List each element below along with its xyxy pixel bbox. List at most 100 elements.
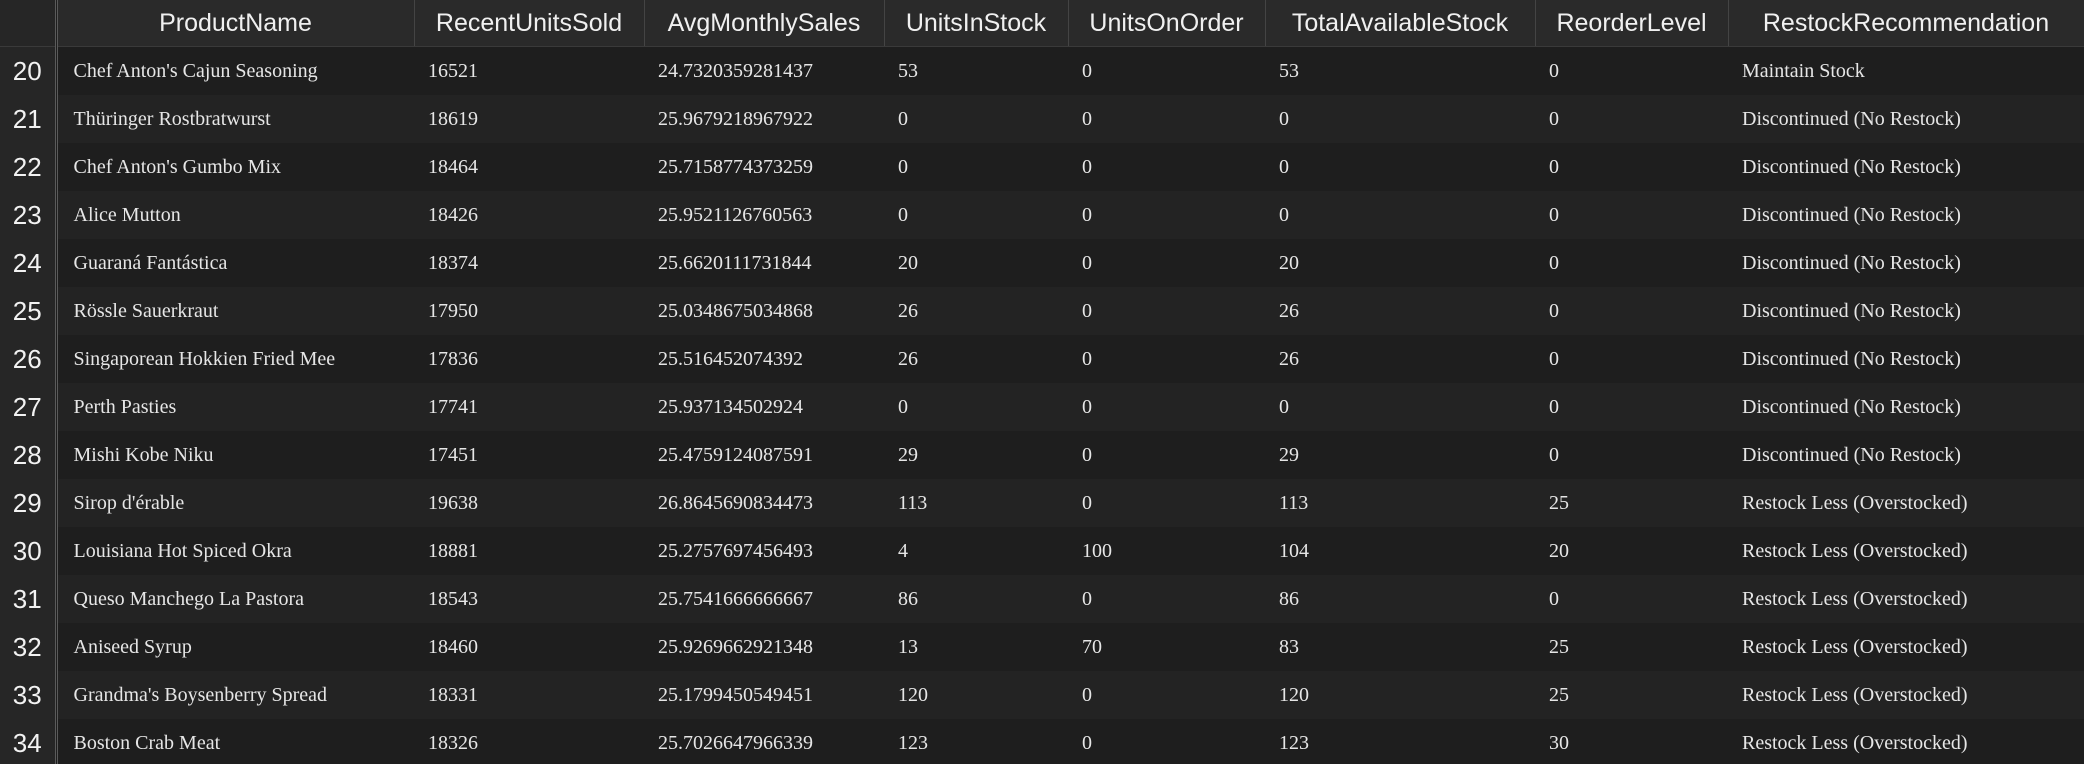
row-number[interactable]: 20 <box>0 46 58 95</box>
total-available-stock-cell[interactable]: 0 <box>1265 143 1535 191</box>
total-available-stock-cell[interactable]: 26 <box>1265 335 1535 383</box>
reorder-level-cell[interactable]: 25 <box>1535 479 1728 527</box>
restock-recommendation-cell[interactable]: Discontinued (No Restock) <box>1728 143 2084 191</box>
table-row[interactable]: 30 Louisiana Hot Spiced Okra 18881 25.27576… <box>0 527 2084 575</box>
total-available-stock-cell[interactable]: 0 <box>1265 95 1535 143</box>
reorder-level-cell[interactable]: 0 <box>1535 95 1728 143</box>
recent-units-sold-cell[interactable]: 18464 <box>414 143 644 191</box>
recent-units-sold-cell[interactable]: 18326 <box>414 719 644 764</box>
restock-recommendation-cell[interactable]: Discontinued (No Restock) <box>1728 239 2084 287</box>
units-in-stock-cell[interactable]: 29 <box>884 431 1068 479</box>
reorder-level-cell[interactable]: 0 <box>1535 575 1728 623</box>
recent-units-sold-cell[interactable]: 19638 <box>414 479 644 527</box>
reorder-level-cell[interactable]: 25 <box>1535 623 1728 671</box>
avg-monthly-sales-cell[interactable]: 25.7158774373259 <box>644 143 884 191</box>
units-in-stock-cell[interactable]: 123 <box>884 719 1068 764</box>
product-name-cell[interactable]: Grandma's Boysenberry Spread <box>56 671 414 719</box>
reorder-level-cell[interactable]: 25 <box>1535 671 1728 719</box>
product-name-cell[interactable]: Chef Anton's Gumbo Mix <box>56 143 414 191</box>
avg-monthly-sales-cell[interactable]: 25.516452074392 <box>644 335 884 383</box>
avg-monthly-sales-cell[interactable]: 25.1799450549451 <box>644 671 884 719</box>
column-header-reorderlevel[interactable]: ReorderLevel <box>1535 0 1729 47</box>
table-row[interactable]: 31 Queso Manchego La Pastora 18543 25.75416… <box>0 575 2084 623</box>
units-in-stock-cell[interactable]: 26 <box>884 335 1068 383</box>
units-on-order-cell[interactable]: 0 <box>1068 383 1265 431</box>
recent-units-sold-cell[interactable]: 18881 <box>414 527 644 575</box>
units-in-stock-cell[interactable]: 26 <box>884 287 1068 335</box>
table-row[interactable]: 29 Sirop d'érable 19638 26.8645690834473 113… <box>0 479 2084 527</box>
total-available-stock-cell[interactable]: 113 <box>1265 479 1535 527</box>
units-in-stock-cell[interactable]: 120 <box>884 671 1068 719</box>
table-row[interactable]: 26 Singaporean Hokkien Fried Mee 17836 25.5… <box>0 335 2084 383</box>
units-on-order-cell[interactable]: 0 <box>1068 719 1265 764</box>
row-number[interactable]: 21 <box>0 95 58 143</box>
units-in-stock-cell[interactable]: 53 <box>884 46 1068 95</box>
reorder-level-cell[interactable]: 0 <box>1535 191 1728 239</box>
product-name-cell[interactable]: Mishi Kobe Niku <box>56 431 414 479</box>
recent-units-sold-cell[interactable]: 18426 <box>414 191 644 239</box>
units-on-order-cell[interactable]: 0 <box>1068 575 1265 623</box>
product-name-cell[interactable]: Boston Crab Meat <box>56 719 414 764</box>
avg-monthly-sales-cell[interactable]: 25.0348675034868 <box>644 287 884 335</box>
reorder-level-cell[interactable]: 0 <box>1535 335 1728 383</box>
avg-monthly-sales-cell[interactable]: 25.2757697456493 <box>644 527 884 575</box>
restock-recommendation-cell[interactable]: Discontinued (No Restock) <box>1728 287 2084 335</box>
table-row[interactable]: 32 Aniseed Syrup 18460 25.9269662921348 13 70… <box>0 623 2084 671</box>
total-available-stock-cell[interactable]: 104 <box>1265 527 1535 575</box>
table-row[interactable]: 23 Alice Mutton 18426 25.9521126760563 0 0 0 0 D… <box>0 191 2084 239</box>
product-name-cell[interactable]: Queso Manchego La Pastora <box>56 575 414 623</box>
units-on-order-cell[interactable]: 0 <box>1068 191 1265 239</box>
avg-monthly-sales-cell[interactable]: 25.6620111731844 <box>644 239 884 287</box>
recent-units-sold-cell[interactable]: 18543 <box>414 575 644 623</box>
column-header-restockrecommendation[interactable]: RestockRecommendation <box>1728 0 2084 47</box>
restock-recommendation-cell[interactable]: Discontinued (No Restock) <box>1728 431 2084 479</box>
units-on-order-cell[interactable]: 0 <box>1068 671 1265 719</box>
table-row[interactable]: 27 Perth Pasties 17741 25.937134502924 0 0 0 0 D… <box>0 383 2084 431</box>
restock-recommendation-cell[interactable]: Discontinued (No Restock) <box>1728 191 2084 239</box>
column-header-productname[interactable]: ProductName <box>56 0 415 47</box>
reorder-level-cell[interactable]: 0 <box>1535 287 1728 335</box>
column-header-recentunitssold[interactable]: RecentUnitsSold <box>414 0 645 47</box>
avg-monthly-sales-cell[interactable]: 25.7541666666667 <box>644 575 884 623</box>
row-number[interactable]: 29 <box>0 479 58 527</box>
recent-units-sold-cell[interactable]: 17741 <box>414 383 644 431</box>
row-number[interactable]: 23 <box>0 191 58 239</box>
units-on-order-cell[interactable]: 0 <box>1068 287 1265 335</box>
avg-monthly-sales-cell[interactable]: 25.9269662921348 <box>644 623 884 671</box>
product-name-cell[interactable]: Rössle Sauerkraut <box>56 287 414 335</box>
product-name-cell[interactable]: Thüringer Rostbratwurst <box>56 95 414 143</box>
reorder-level-cell[interactable]: 0 <box>1535 143 1728 191</box>
recent-units-sold-cell[interactable]: 17950 <box>414 287 644 335</box>
units-on-order-cell[interactable]: 0 <box>1068 239 1265 287</box>
reorder-level-cell[interactable]: 30 <box>1535 719 1728 764</box>
total-available-stock-cell[interactable]: 120 <box>1265 671 1535 719</box>
units-on-order-cell[interactable]: 70 <box>1068 623 1265 671</box>
product-name-cell[interactable]: Guaraná Fantástica <box>56 239 414 287</box>
total-available-stock-cell[interactable]: 29 <box>1265 431 1535 479</box>
row-number[interactable]: 24 <box>0 239 58 287</box>
restock-recommendation-cell[interactable]: Maintain Stock <box>1728 46 2084 95</box>
total-available-stock-cell[interactable]: 53 <box>1265 46 1535 95</box>
avg-monthly-sales-cell[interactable]: 25.9521126760563 <box>644 191 884 239</box>
product-name-cell[interactable]: Perth Pasties <box>56 383 414 431</box>
table-row[interactable]: 21 Thüringer Rostbratwurst 18619 25.9679218… <box>0 95 2084 143</box>
total-available-stock-cell[interactable]: 83 <box>1265 623 1535 671</box>
avg-monthly-sales-cell[interactable]: 25.7026647966339 <box>644 719 884 764</box>
units-on-order-cell[interactable]: 0 <box>1068 95 1265 143</box>
units-in-stock-cell[interactable]: 0 <box>884 95 1068 143</box>
total-available-stock-cell[interactable]: 123 <box>1265 719 1535 764</box>
table-row[interactable]: 25 Rössle Sauerkraut 17950 25.0348675034868… <box>0 287 2084 335</box>
units-in-stock-cell[interactable]: 20 <box>884 239 1068 287</box>
recent-units-sold-cell[interactable]: 18460 <box>414 623 644 671</box>
table-row[interactable]: 22 Chef Anton's Gumbo Mix 18464 25.71587743… <box>0 143 2084 191</box>
restock-recommendation-cell[interactable]: Discontinued (No Restock) <box>1728 95 2084 143</box>
row-number[interactable]: 31 <box>0 575 58 623</box>
recent-units-sold-cell[interactable]: 17451 <box>414 431 644 479</box>
units-on-order-cell[interactable]: 100 <box>1068 527 1265 575</box>
product-name-cell[interactable]: Chef Anton's Cajun Seasoning <box>56 46 414 95</box>
avg-monthly-sales-cell[interactable]: 25.9679218967922 <box>644 95 884 143</box>
reorder-level-cell[interactable]: 0 <box>1535 383 1728 431</box>
units-on-order-cell[interactable]: 0 <box>1068 479 1265 527</box>
row-number[interactable]: 26 <box>0 335 58 383</box>
product-name-cell[interactable]: Aniseed Syrup <box>56 623 414 671</box>
